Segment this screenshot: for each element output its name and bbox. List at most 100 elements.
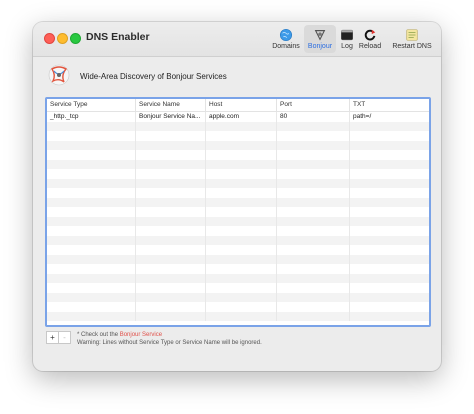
column-header-service-name[interactable]: Service Name <box>136 99 206 111</box>
table-row-empty[interactable] <box>47 292 429 303</box>
empty-cell[interactable] <box>350 131 425 141</box>
empty-cell[interactable] <box>277 311 350 321</box>
empty-cell[interactable] <box>206 188 277 198</box>
empty-cell[interactable] <box>136 150 206 160</box>
column-header-port[interactable]: Port <box>277 99 350 111</box>
empty-cell[interactable] <box>350 302 425 312</box>
empty-cell[interactable] <box>277 150 350 160</box>
empty-cell[interactable] <box>47 245 136 255</box>
empty-cell[interactable] <box>206 273 277 283</box>
empty-cell[interactable] <box>206 150 277 160</box>
toolbar-restart-dns[interactable]: Restart DNS <box>390 25 434 53</box>
empty-cell[interactable] <box>350 198 425 208</box>
column-header-txt[interactable]: TXT <box>350 99 425 111</box>
table-row-empty[interactable] <box>47 207 429 217</box>
empty-cell[interactable] <box>136 235 206 245</box>
empty-cell[interactable] <box>277 159 350 169</box>
empty-cell[interactable] <box>136 254 206 264</box>
empty-cell[interactable] <box>277 226 350 236</box>
empty-cell[interactable] <box>206 235 277 245</box>
table-row-empty[interactable] <box>47 283 429 293</box>
empty-cell[interactable] <box>206 226 277 236</box>
empty-cell[interactable] <box>206 254 277 264</box>
empty-cell[interactable] <box>350 217 425 227</box>
empty-cell[interactable] <box>47 292 136 302</box>
empty-cell[interactable] <box>277 121 350 131</box>
empty-cell[interactable] <box>206 292 277 302</box>
table-row-empty[interactable] <box>47 140 429 150</box>
empty-cell[interactable] <box>277 292 350 302</box>
empty-cell[interactable] <box>47 159 136 169</box>
empty-cell[interactable] <box>136 273 206 283</box>
empty-cell[interactable] <box>47 264 136 274</box>
empty-cell[interactable] <box>350 264 425 274</box>
empty-cell[interactable] <box>277 264 350 274</box>
empty-cell[interactable] <box>47 140 136 150</box>
table-row-empty[interactable] <box>47 235 429 246</box>
empty-cell[interactable] <box>277 302 350 312</box>
table-row-empty[interactable] <box>47 254 429 265</box>
empty-cell[interactable] <box>206 169 277 179</box>
empty-cell[interactable] <box>47 254 136 264</box>
table-row-empty[interactable] <box>47 216 429 227</box>
empty-cell[interactable] <box>206 207 277 217</box>
toolbar-bonjour[interactable]: Bonjour <box>304 25 336 53</box>
empty-cell[interactable] <box>350 283 425 293</box>
empty-cell[interactable] <box>47 302 136 312</box>
empty-cell[interactable] <box>136 121 206 131</box>
table-row-empty[interactable] <box>47 131 429 141</box>
bonjour-service-link[interactable]: Bonjour Service <box>120 332 162 338</box>
empty-cell[interactable] <box>136 245 206 255</box>
toolbar-reload[interactable]: Reload <box>358 25 382 53</box>
column-header-service-type[interactable]: Service Type <box>47 99 136 111</box>
empty-cell[interactable] <box>47 188 136 198</box>
empty-cell[interactable] <box>47 207 136 217</box>
table-row-empty[interactable] <box>47 150 429 160</box>
empty-cell[interactable] <box>47 178 136 188</box>
empty-cell[interactable] <box>277 273 350 283</box>
empty-cell[interactable] <box>136 216 206 226</box>
empty-cell[interactable] <box>277 216 350 226</box>
empty-cell[interactable] <box>136 159 206 169</box>
empty-cell[interactable] <box>350 255 425 265</box>
empty-cell[interactable] <box>350 293 425 303</box>
empty-cell[interactable] <box>277 245 350 255</box>
empty-cell[interactable] <box>350 245 425 255</box>
empty-cell[interactable] <box>277 207 350 217</box>
empty-cell[interactable] <box>47 131 136 141</box>
empty-cell[interactable] <box>136 169 206 179</box>
empty-cell[interactable] <box>47 150 136 160</box>
empty-cell[interactable] <box>47 197 136 207</box>
table-row-empty[interactable] <box>47 302 429 312</box>
empty-cell[interactable] <box>277 169 350 179</box>
empty-cell[interactable] <box>206 140 277 150</box>
empty-cell[interactable] <box>277 197 350 207</box>
empty-cell[interactable] <box>277 254 350 264</box>
table-row-empty[interactable] <box>47 311 429 322</box>
empty-cell[interactable] <box>206 302 277 312</box>
empty-cell[interactable] <box>136 302 206 312</box>
table-row-empty[interactable] <box>47 245 429 255</box>
empty-cell[interactable] <box>136 131 206 141</box>
empty-cell[interactable] <box>47 283 136 293</box>
empty-cell[interactable] <box>136 207 206 217</box>
empty-cell[interactable] <box>47 169 136 179</box>
empty-cell[interactable] <box>136 283 206 293</box>
empty-cell[interactable] <box>350 179 425 189</box>
empty-cell[interactable] <box>350 274 425 284</box>
empty-cell[interactable] <box>206 159 277 169</box>
cell-port[interactable]: 80 <box>277 112 350 122</box>
empty-cell[interactable] <box>136 311 206 321</box>
empty-cell[interactable] <box>277 188 350 198</box>
empty-cell[interactable] <box>47 216 136 226</box>
table-row-empty[interactable] <box>47 159 429 169</box>
table-row-empty[interactable] <box>47 197 429 208</box>
zoom-button[interactable] <box>70 33 81 44</box>
empty-cell[interactable] <box>350 312 425 322</box>
empty-cell[interactable] <box>277 235 350 245</box>
cell-txt[interactable]: path=/ <box>350 112 425 122</box>
empty-cell[interactable] <box>206 216 277 226</box>
empty-cell[interactable] <box>350 236 425 246</box>
toolbar-log[interactable]: Log <box>337 25 357 53</box>
empty-cell[interactable] <box>206 264 277 274</box>
